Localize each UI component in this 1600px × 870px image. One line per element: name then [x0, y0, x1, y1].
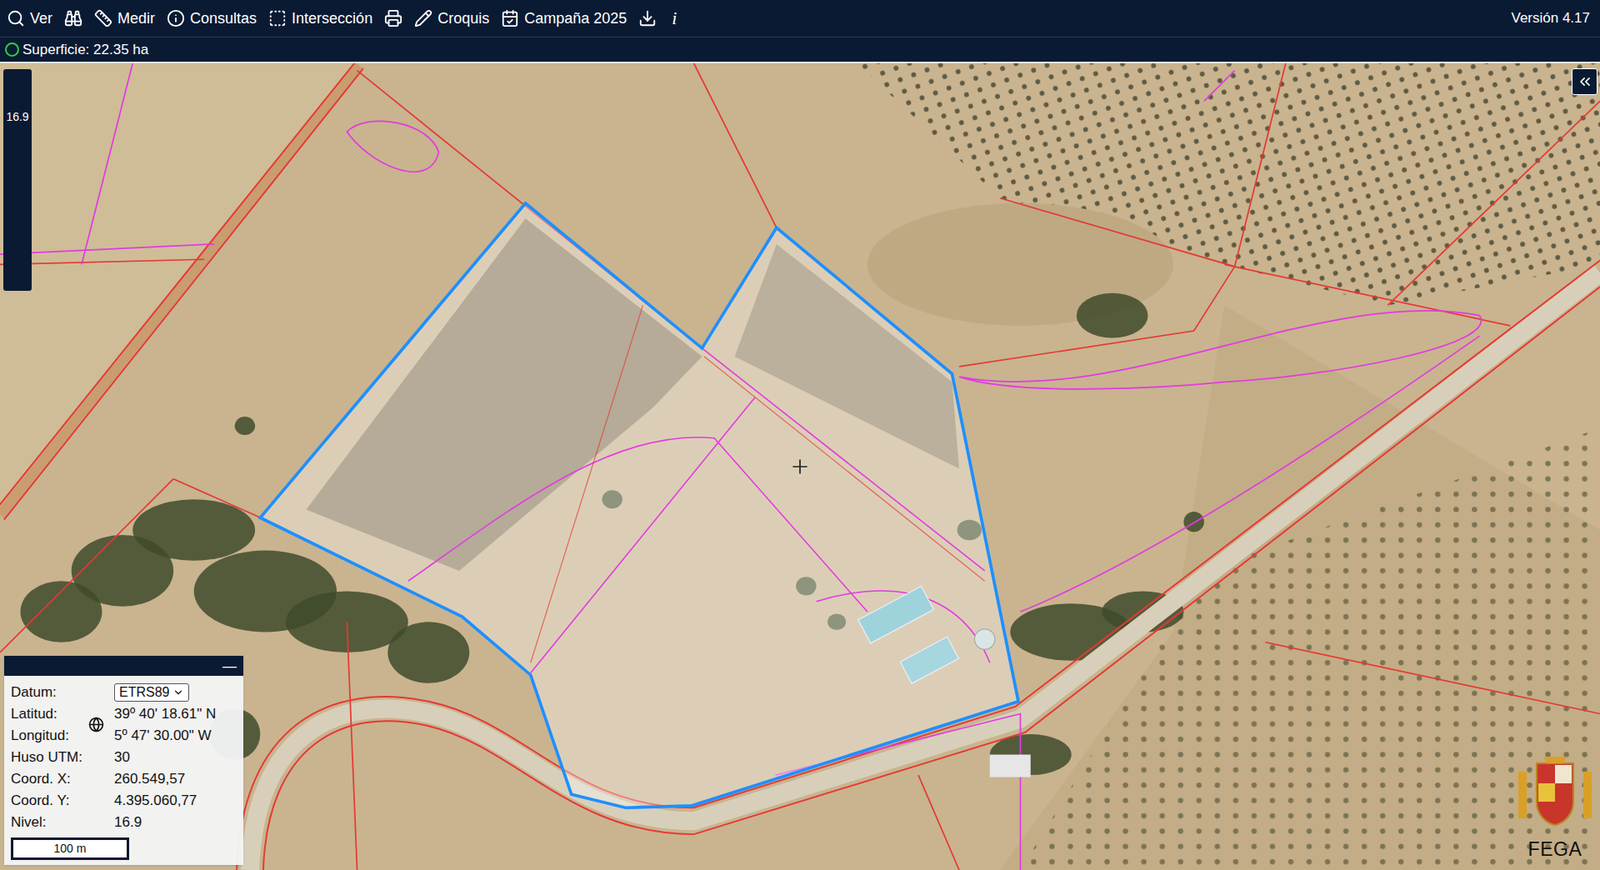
coordinates-panel: —Datum:ETRS89Latitud:39º 40' 18.61" NLon… [4, 655, 244, 865]
croquis-button[interactable]: Croquis [414, 9, 490, 28]
coord-row: Coord. X:260.549,57 [10, 768, 237, 790]
datum-select[interactable]: ETRS89 [114, 683, 190, 702]
download-button[interactable] [638, 9, 657, 28]
croquis-icon [414, 9, 433, 28]
info-button[interactable]: i [668, 9, 680, 28]
toolbar: Ver Medir Consultas Intersección Croquis Camp… [0, 0, 1600, 38]
print-icon [384, 9, 403, 28]
zoom-slider[interactable]: 16.9 [3, 69, 32, 291]
interseccion-icon [268, 9, 287, 28]
print-button[interactable] [384, 9, 403, 28]
app: Ver Medir Consultas Intersección Croquis Camp… [0, 0, 1600, 870]
download-icon [638, 9, 657, 28]
status-ok-icon [5, 42, 20, 57]
interseccion-button[interactable]: Intersección [268, 9, 373, 28]
medir-button[interactable]: Medir [94, 9, 155, 28]
crosshair-icon [792, 459, 807, 474]
consultas-icon [166, 9, 185, 28]
chevrons-left-icon [1576, 73, 1594, 90]
scale-bar: 100 m [10, 837, 130, 860]
ver-button[interactable]: Ver [6, 9, 53, 28]
coord-row: Latitud:39º 40' 18.61" N [10, 703, 237, 725]
coord-row: Huso UTM:30 [10, 746, 237, 769]
medir-icon [94, 9, 113, 28]
chevron-down-icon [172, 686, 185, 699]
collapse-button[interactable] [1571, 68, 1598, 95]
selected-parcel[interactable] [260, 203, 1019, 808]
coord-row: Longitud:5º 47' 30.00" W [10, 725, 237, 747]
binoculars-button[interactable] [64, 9, 83, 28]
coat-of-arms-icon [1515, 755, 1595, 829]
campana-icon [500, 9, 520, 28]
status-bar: Superficie: 22.35 ha [0, 37, 1600, 64]
consultas-button[interactable]: Consultas [166, 9, 257, 28]
zoom-level: 16.9 [5, 110, 29, 291]
version-label: Versión 4.17 [1510, 7, 1594, 30]
campana-button[interactable]: Campaña 2025 [500, 9, 627, 28]
ver-icon [6, 9, 25, 28]
minimize-button[interactable]: — [222, 659, 237, 674]
panel-header: — [4, 655, 244, 676]
coord-row: Coord. Y:4.395.060,77 [10, 790, 237, 812]
binoculars-icon [64, 9, 83, 28]
fega-logo: FEGA [1515, 755, 1595, 865]
globe-icon[interactable] [88, 716, 105, 733]
coord-row: Nivel:16.9 [10, 811, 237, 834]
map[interactable]: 16.9 —Datum:ETRS89Latitud:39º 40' 18.61" … [0, 63, 1600, 870]
